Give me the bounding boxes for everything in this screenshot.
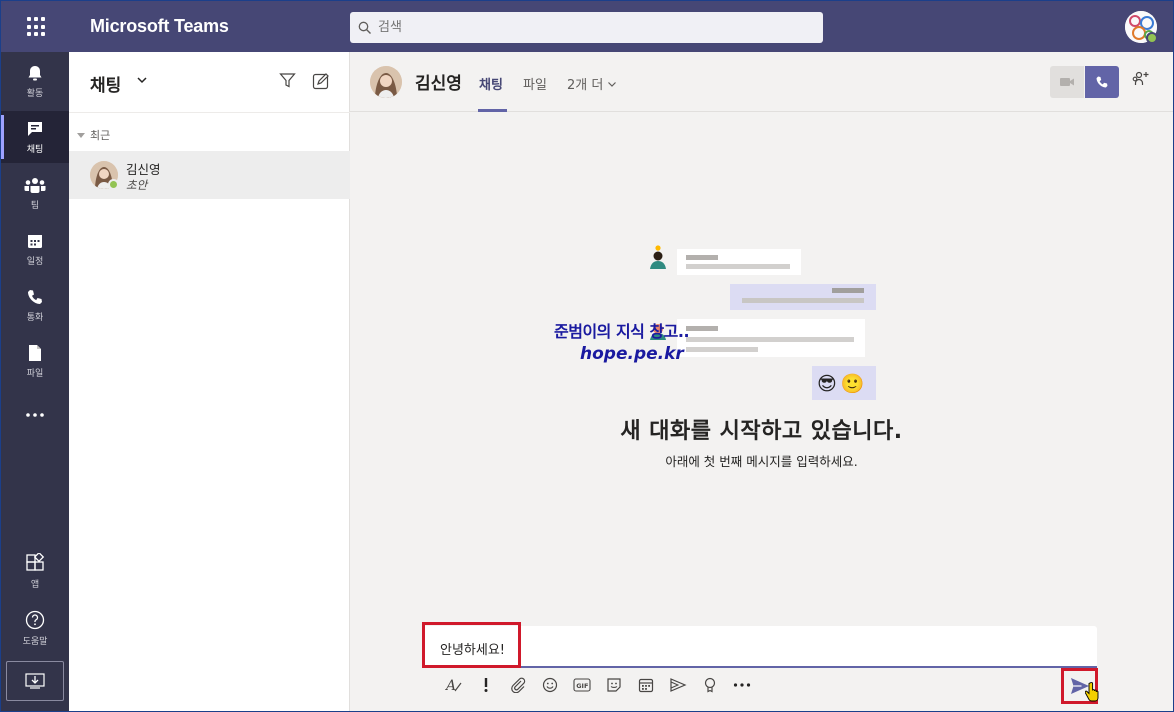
conversation-header: 김신영 채팅 파일 2개 더	[350, 52, 1173, 112]
more-icon	[26, 413, 44, 417]
chat-item-preview: 초안	[126, 178, 148, 192]
bell-icon	[28, 65, 42, 80]
hand-cursor-icon	[1085, 682, 1099, 702]
rail-chat-label: 채팅	[26, 144, 44, 155]
presence-available-icon	[1146, 32, 1158, 44]
rail-calls-label: 통화	[26, 312, 44, 323]
emoji-icon[interactable]	[534, 674, 566, 696]
recent-section-label: 최근	[90, 129, 111, 142]
download-button[interactable]	[6, 661, 64, 701]
add-people-icon[interactable]	[1132, 70, 1152, 88]
tab-more-label: 2개 더	[567, 78, 604, 93]
app-launcher-icon[interactable]	[19, 11, 53, 43]
rail-activity-label: 활동	[26, 88, 44, 99]
schedule-meeting-icon[interactable]	[630, 674, 662, 696]
rail-more[interactable]	[1, 389, 69, 441]
title-bar: Microsoft Teams	[1, 1, 1173, 52]
compose-toolbar: A GIF	[438, 674, 758, 696]
avatar[interactable]	[370, 66, 402, 98]
important-icon[interactable]	[470, 674, 502, 696]
tab-more[interactable]: 2개 더	[567, 74, 617, 93]
watermark-text: 준범이의 지식 창고..	[554, 322, 690, 341]
empty-state-title: 새 대화를 시작하고 있습니다.	[620, 419, 903, 444]
download-icon	[25, 673, 45, 689]
search-input[interactable]	[378, 20, 808, 35]
rail-calendar[interactable]: 일정	[1, 223, 69, 275]
teams-window: Microsoft Teams 활동 채팅 팀	[0, 0, 1174, 712]
watermark-url: hope.pe.kr	[580, 344, 684, 364]
rail-help[interactable]: 도움말	[1, 602, 69, 654]
chat-list-title[interactable]: 채팅	[90, 71, 121, 96]
help-icon	[25, 610, 45, 629]
rail-calls[interactable]: 통화	[1, 279, 69, 331]
rail-files-label: 파일	[26, 368, 44, 379]
rail-calendar-label: 일정	[26, 256, 44, 267]
chat-list-pane: 채팅 최근 김신영 초안	[69, 52, 350, 711]
search-box[interactable]	[350, 12, 823, 43]
video-call-button[interactable]	[1050, 66, 1084, 98]
calendar-icon	[28, 234, 42, 248]
sticker-icon[interactable]	[598, 674, 630, 696]
svg-text:GIF: GIF	[576, 682, 588, 690]
chat-item-name: 김신영	[126, 162, 161, 177]
app-title: Microsoft Teams	[90, 16, 229, 36]
rail-teams-label: 팀	[30, 200, 40, 211]
chat-icon	[28, 121, 42, 136]
svg-text:A: A	[445, 678, 456, 693]
rail-files[interactable]: 파일	[1, 335, 69, 387]
divider	[69, 112, 350, 113]
file-icon	[29, 344, 41, 361]
stream-icon[interactable]	[662, 674, 694, 696]
format-icon[interactable]: A	[438, 674, 470, 696]
recent-section-header[interactable]: 최근	[77, 127, 110, 143]
presence-available-icon	[108, 179, 119, 190]
active-tab-indicator	[478, 109, 507, 112]
rail-apps-label: 앱	[30, 579, 40, 590]
praise-icon[interactable]	[694, 674, 726, 696]
filter-icon[interactable]	[279, 72, 296, 89]
rail-help-label: 도움말	[22, 636, 48, 647]
chevron-down-icon	[608, 81, 617, 87]
conversation-title: 김신영	[415, 74, 462, 94]
message-compose-box[interactable]: 안녕하세요!	[422, 626, 1097, 668]
message-input-text[interactable]: 안녕하세요!	[440, 639, 505, 658]
gif-icon[interactable]: GIF	[566, 674, 598, 696]
chat-list-item[interactable]: 김신영 초안	[69, 151, 350, 199]
caret-down-icon	[77, 132, 85, 138]
apps-icon	[26, 552, 45, 571]
tab-chat[interactable]: 채팅	[479, 74, 503, 93]
rail-apps[interactable]: 앱	[1, 545, 69, 597]
conversation-pane: 김신영 채팅 파일 2개 더 😎🙂 준범이의 지식 창고.. hope.pe.k…	[350, 52, 1173, 711]
video-camera-icon	[1060, 78, 1074, 86]
rail-teams[interactable]: 팀	[1, 167, 69, 219]
phone-icon	[1096, 76, 1108, 88]
tab-files[interactable]: 파일	[523, 74, 547, 93]
rail-chat[interactable]: 채팅	[1, 111, 69, 163]
chevron-down-icon[interactable]	[136, 74, 148, 86]
phone-icon	[28, 289, 42, 304]
app-bar: 활동 채팅 팀 일정 통화 파일 앱 도움말	[1, 52, 69, 711]
new-chat-icon[interactable]	[312, 72, 330, 90]
empty-state-subtitle: 아래에 첫 번째 메시지를 입력하세요.	[665, 454, 858, 469]
teams-icon	[24, 177, 46, 193]
rail-activity[interactable]: 활동	[1, 55, 69, 107]
more-options-icon[interactable]	[726, 674, 758, 696]
audio-call-button[interactable]	[1085, 66, 1119, 98]
search-icon	[358, 21, 371, 34]
illustration-emoji: 😎🙂	[817, 373, 869, 395]
attach-icon[interactable]	[502, 674, 534, 696]
